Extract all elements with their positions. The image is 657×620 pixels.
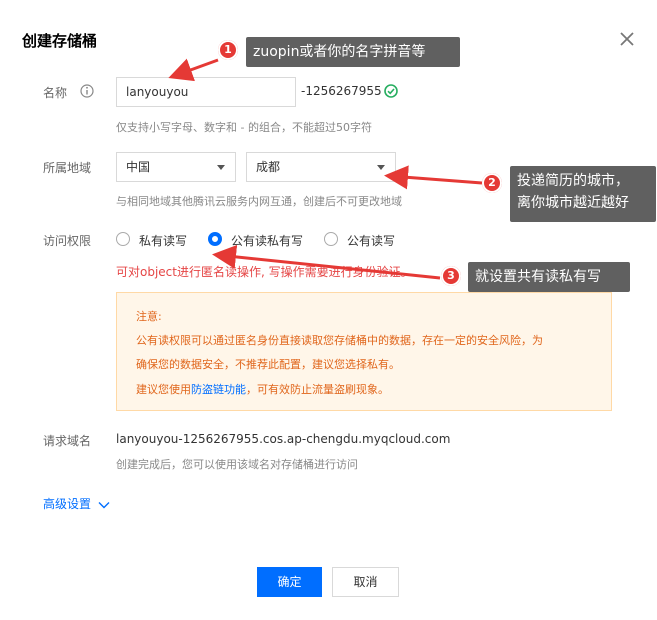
annotation-callout-2-line-2: 离你城市越近越好 — [517, 195, 629, 211]
close-icon[interactable] — [618, 30, 636, 48]
annotation-badge-3: 3 — [441, 266, 461, 286]
confirm-button[interactable]: 确定 — [257, 567, 322, 597]
country-select[interactable]: 中国 — [116, 152, 236, 182]
request-domain: lanyouyou-1256267955.cos.ap-chengdu.myqc… — [116, 432, 451, 446]
check-circle-icon — [384, 84, 398, 98]
notice-line-1: 公有读权限可以通过匿名身份直接读取您存储桶中的数据，存在一定的安全风险，为 — [136, 334, 543, 347]
chevron-down-icon — [217, 165, 225, 170]
region-hint: 与相同地域其他腾讯云服务内网互通，创建后不可更改地域 — [116, 195, 402, 208]
notice-line-2: 确保您的数据安全，不推荐此配置，建议您选择私有。 — [136, 358, 400, 371]
city-select[interactable]: 成都 — [246, 152, 396, 182]
radio-public-read[interactable] — [208, 232, 222, 246]
radio-private-label[interactable]: 私有读写 — [139, 232, 187, 249]
hotlink-protection-link[interactable]: 防盗链功能 — [191, 383, 246, 396]
region-label: 所属地域 — [43, 161, 92, 175]
radio-public-readwrite[interactable] — [324, 232, 338, 246]
domain-hint: 创建完成后，您可以使用该域名对存储桶进行访问 — [116, 458, 358, 471]
access-label: 访问权限 — [43, 234, 92, 248]
info-icon[interactable] — [80, 84, 94, 98]
name-hint: 仅支持小写字母、数字和 - 的组合，不能超过50字符 — [116, 121, 372, 134]
chevron-down-icon — [377, 165, 385, 170]
annotation-badge-2: 2 — [482, 173, 502, 193]
domain-label: 请求域名 — [43, 434, 92, 448]
name-label: 名称 — [43, 86, 68, 100]
bucket-name-input[interactable]: lanyouyou — [116, 77, 296, 107]
annotation-badge-1: 1 — [218, 40, 238, 60]
radio-public-readwrite-label[interactable]: 公有读写 — [347, 232, 395, 249]
advanced-settings-label: 高级设置 — [43, 497, 92, 511]
notice-title: 注意: — [136, 310, 162, 323]
country-select-value: 中国 — [126, 160, 151, 174]
annotation-arrow-2 — [384, 165, 483, 190]
annotation-callout-1: zuopin或者你的名字拼音等 — [246, 37, 460, 67]
annotation-arrow-1 — [168, 58, 219, 82]
notice-line-3-prefix: 建议您使用 — [136, 383, 191, 396]
chevron-down-icon — [98, 501, 110, 508]
advanced-settings-toggle[interactable]: 高级设置 — [43, 495, 110, 512]
appid-suffix: -1256267955 — [301, 84, 382, 98]
dialog-title: 创建存储桶 — [22, 32, 98, 50]
annotation-callout-2-line-1: 投递简历的城市， — [517, 173, 629, 189]
access-warning: 可对object进行匿名读操作, 写操作需要进行身份验证。 — [116, 265, 413, 279]
cancel-button[interactable]: 取消 — [332, 567, 399, 597]
notice-line-3: 建议您使用防盗链功能，可有效防止流量盗刷现象。 — [136, 381, 389, 397]
radio-public-read-label[interactable]: 公有读私有写 — [231, 232, 303, 249]
radio-private[interactable] — [116, 232, 130, 246]
annotation-callout-2: 投递简历的城市， 离你城市越近越好 — [510, 166, 656, 222]
annotation-callout-3: 就设置共有读私有写 — [468, 262, 630, 292]
notice-box: 注意: 公有读权限可以通过匿名身份直接读取您存储桶中的数据，存在一定的安全风险，… — [116, 292, 612, 411]
notice-line-3-suffix: ，可有效防止流量盗刷现象。 — [246, 383, 389, 396]
city-select-value: 成都 — [256, 160, 281, 174]
